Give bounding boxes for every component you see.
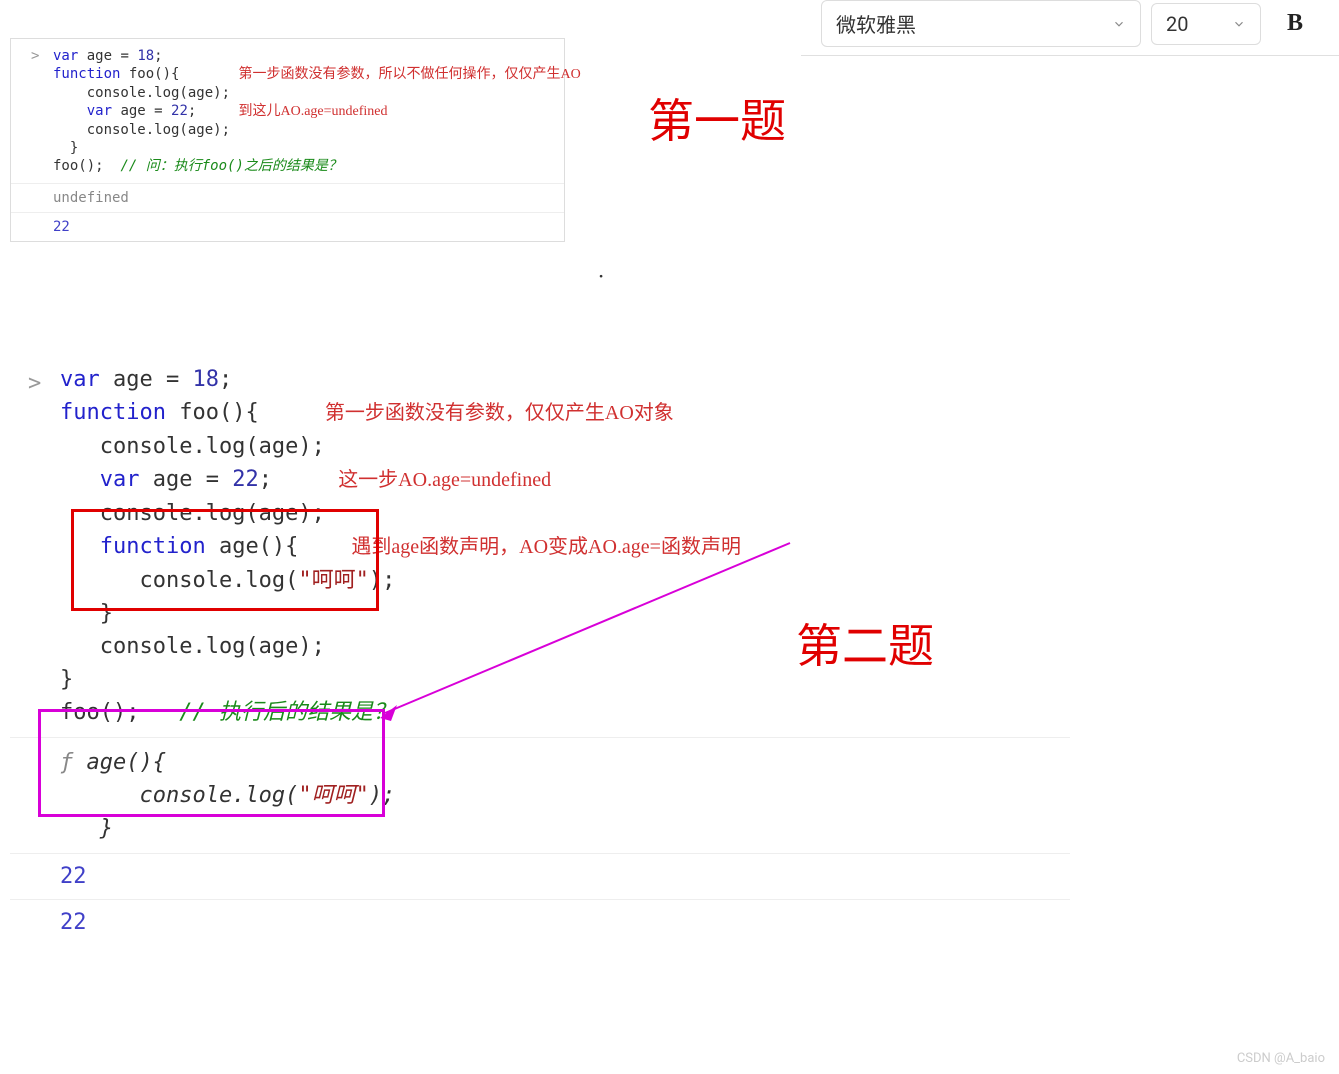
bold-button[interactable]: B — [1271, 2, 1319, 46]
highlight-box-magenta — [38, 709, 385, 817]
console-block-1: >var age = 18; function foo(){ 第一步函数没有参数… — [10, 38, 565, 242]
prompt-icon: > — [31, 47, 39, 65]
comment: // 问：执行foo()之后的结果是？ — [120, 158, 341, 174]
code-input-1: >var age = 18; function foo(){ 第一步函数没有参数… — [11, 39, 564, 183]
highlight-box-red — [71, 509, 379, 611]
console-output: 22 — [10, 899, 1070, 945]
font-family-select[interactable]: 微软雅黑 — [821, 0, 1141, 47]
toolbar: 微软雅黑 20 B — [801, 0, 1339, 56]
console-output: undefined — [11, 183, 564, 212]
chevron-down-icon — [1112, 17, 1126, 31]
annotation: 遇到age函数声明，AO变成AO.age=函数声明 — [351, 536, 741, 558]
annotation: 第一步函数没有参数，所以不做任何操作，仅仅产生AO — [238, 67, 580, 82]
console-output: 22 — [11, 212, 564, 241]
console-output: 22 — [10, 853, 1070, 899]
annotation: 第一步函数没有参数，仅仅产生AO对象 — [325, 402, 674, 424]
heading-question-1: 第一题 — [648, 85, 786, 151]
font-size-select[interactable]: 20 — [1151, 3, 1261, 45]
font-family-value: 微软雅黑 — [836, 9, 916, 38]
prompt-icon: > — [28, 367, 41, 400]
font-size-value: 20 — [1166, 12, 1188, 36]
chevron-down-icon — [1232, 17, 1246, 31]
annotation: 这一步AO.age=undefined — [338, 469, 551, 491]
console-block-2: >var age = 18; function foo(){ 第一步函数没有参数… — [10, 355, 1070, 945]
bold-label: B — [1287, 10, 1303, 37]
bullet-icon: · — [598, 263, 604, 291]
watermark: CSDN @A_baio — [1237, 1051, 1325, 1066]
annotation: 到这儿AO.age=undefined — [238, 104, 387, 119]
